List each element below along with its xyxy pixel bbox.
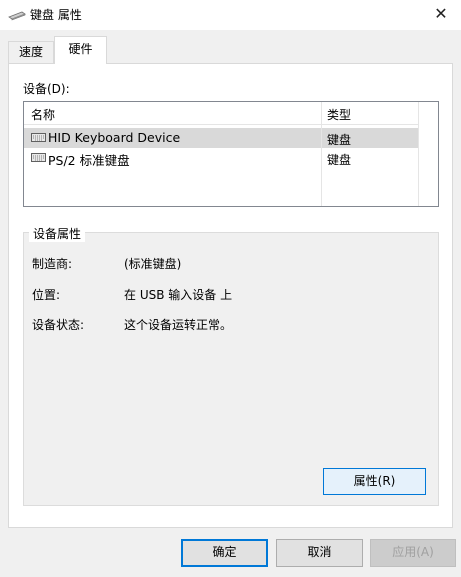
close-icon: ✕ — [434, 4, 448, 23]
keyboard-icon — [8, 11, 26, 21]
close-button[interactable]: ✕ — [421, 0, 461, 30]
column-header-type[interactable]: 类型 — [327, 106, 351, 123]
window-title: 键盘 属性 — [30, 8, 82, 22]
devices-label: 设备(D): — [23, 82, 70, 96]
group-title: 设备属性 — [29, 225, 86, 242]
location-value: 在 USB 输入设备 上 — [124, 288, 233, 302]
device-row[interactable]: PS/2 标准键盘 键盘 — [24, 148, 420, 168]
location-label: 位置: — [32, 288, 61, 302]
device-type: 键盘 — [327, 153, 352, 167]
column-header-name[interactable]: 名称 — [31, 106, 55, 123]
manufacturer-value: (标准键盘) — [124, 257, 182, 271]
apply-button[interactable]: 应用(A) — [370, 539, 456, 567]
keyboard-icon — [31, 133, 46, 142]
tab-speed[interactable]: 速度 — [8, 41, 54, 63]
manufacturer-label: 制造商: — [32, 257, 73, 271]
device-row[interactable]: HID Keyboard Device 键盘 — [24, 128, 420, 148]
device-name: HID Keyboard Device — [48, 130, 181, 145]
device-status-value: 这个设备运转正常。 — [124, 318, 233, 332]
tab-hardware[interactable]: 硬件 — [54, 36, 107, 64]
properties-button[interactable]: 属性(R) — [323, 468, 426, 495]
device-status-label: 设备状态: — [32, 318, 85, 332]
device-type: 键盘 — [327, 133, 352, 147]
device-list[interactable]: 名称 类型 HID Keyboard Device 键盘 PS/2 标准键盘 键… — [23, 101, 439, 207]
cancel-button[interactable]: 取消 — [276, 539, 363, 567]
title-bar: 键盘 属性 ✕ — [0, 0, 461, 30]
device-properties-group — [23, 232, 439, 506]
device-name: PS/2 标准键盘 — [48, 153, 130, 168]
list-header: 名称 类型 — [24, 102, 418, 125]
ok-button[interactable]: 确定 — [181, 539, 268, 567]
keyboard-icon — [31, 153, 46, 162]
list-scrollbar[interactable] — [418, 102, 438, 206]
column-divider — [321, 102, 322, 206]
